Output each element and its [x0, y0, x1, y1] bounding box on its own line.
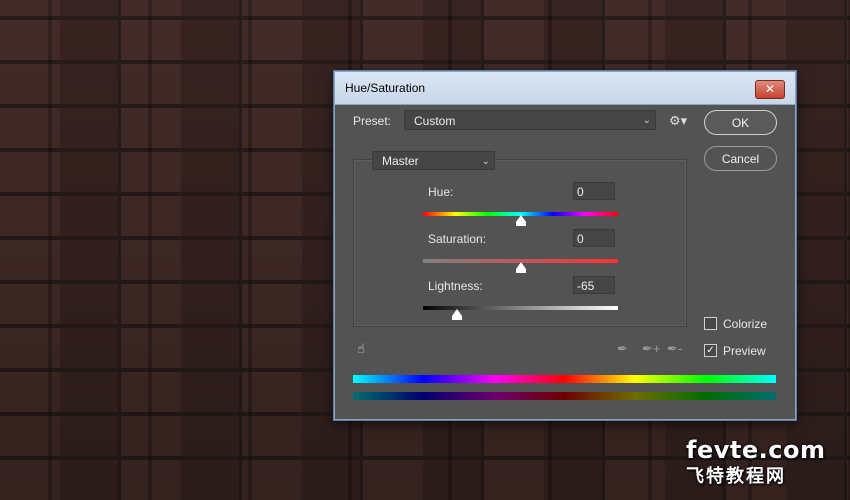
saturation-slider-thumb[interactable]: [515, 262, 526, 273]
close-button[interactable]: ✕: [755, 80, 785, 99]
hue-input[interactable]: 0: [573, 182, 615, 200]
preset-label: Preset:: [353, 114, 392, 128]
eyedropper-icon[interactable]: ✒: [617, 341, 628, 357]
chevron-down-icon: ⌄: [481, 156, 490, 167]
hue-slider-thumb[interactable]: [515, 215, 526, 226]
channel-value: Master: [382, 154, 419, 168]
preset-value: Custom: [414, 114, 456, 128]
eyedropper-minus-icon[interactable]: ✒-: [667, 341, 682, 357]
hue-saturation-dialog: Hue/Saturation ✕ Preset: Custom ⌄ ⚙▾ OK …: [334, 71, 796, 420]
dialog-body: Preset: Custom ⌄ ⚙▾ OK Cancel Master ⌄ H…: [335, 105, 795, 419]
colorize-checkbox[interactable]: [704, 317, 717, 330]
lightness-label: Lightness:: [428, 279, 483, 293]
cancel-button[interactable]: Cancel: [704, 146, 777, 171]
output-color-bar: [353, 392, 776, 400]
adjustment-panel: [353, 159, 687, 327]
hue-label: Hue:: [428, 185, 454, 199]
input-color-bar: [353, 375, 776, 383]
watermark-line1: fevte.com: [686, 436, 826, 464]
preview-checkbox[interactable]: ✓: [704, 344, 717, 357]
channel-dropdown[interactable]: Master ⌄: [372, 151, 495, 170]
dialog-titlebar[interactable]: Hue/Saturation ✕: [335, 72, 795, 105]
lightness-slider-thumb[interactable]: [452, 309, 463, 320]
colorize-label: Colorize: [723, 317, 768, 331]
lightness-input[interactable]: -65: [573, 276, 615, 294]
saturation-label: Saturation:: [428, 232, 487, 246]
eyedropper-plus-icon[interactable]: ✒+: [642, 341, 660, 357]
dialog-title: Hue/Saturation: [345, 81, 426, 95]
gear-icon[interactable]: ⚙▾: [669, 113, 687, 129]
watermark-line2: 飞特教程网: [686, 466, 786, 487]
preset-dropdown[interactable]: Custom ⌄: [404, 110, 656, 130]
saturation-input[interactable]: 0: [573, 229, 615, 247]
chevron-down-icon: ⌄: [642, 115, 651, 126]
preview-label: Preview: [723, 344, 766, 358]
watermark: fevte.com 飞特教程网: [686, 436, 825, 488]
targeted-adjustment-icon[interactable]: ☝: [357, 341, 365, 357]
ok-button[interactable]: OK: [704, 110, 777, 135]
